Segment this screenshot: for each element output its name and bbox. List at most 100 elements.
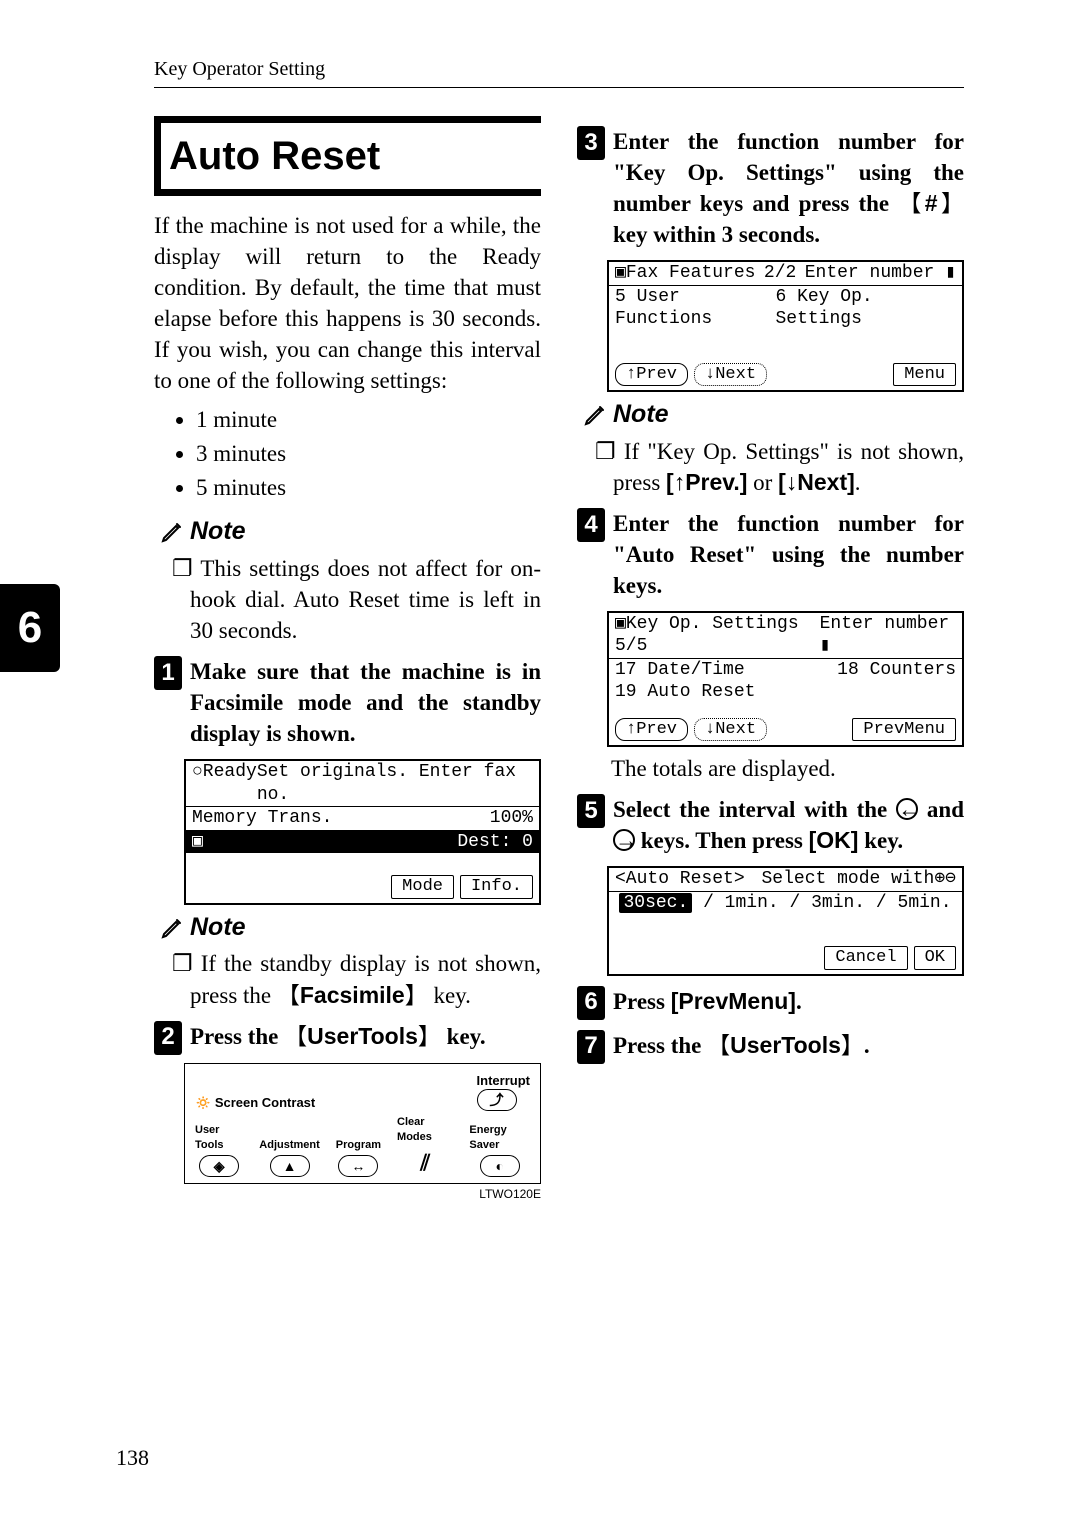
prevmenu-softkey: [PrevMenu] xyxy=(671,988,796,1014)
step-4: 4 Enter the function number for "Auto Re… xyxy=(577,508,964,601)
control-panel-illustration: 🔅 Screen Contrast Interrupt⤴ User Tools◈… xyxy=(184,1063,541,1185)
note-label: Note xyxy=(190,911,246,945)
lcd-prev-button: ↑Prev xyxy=(615,363,688,386)
panel-label: Clear Modes xyxy=(397,1115,453,1145)
program-button-icon: ↔ xyxy=(338,1155,378,1177)
lcd-text: 18 Counters xyxy=(837,659,956,682)
intro-paragraph: If the machine is not used for a while, … xyxy=(154,210,541,396)
prev-softkey: [↑Prev.] xyxy=(666,469,747,495)
lcd-text: Select mode with⊕⊖ xyxy=(761,868,956,891)
step-text: Enter the function number for "Auto Rese… xyxy=(613,508,964,601)
left-arrow-icon: ← xyxy=(896,798,918,820)
panel-label: Program xyxy=(336,1138,381,1153)
panel-label: Interrupt⤴ xyxy=(477,1072,530,1112)
lcd-text: ▣ xyxy=(192,831,203,854)
panel-label: User Tools xyxy=(195,1123,243,1153)
lcd-text: Enter number ▮ xyxy=(805,262,956,285)
lcd-info-button: Info. xyxy=(460,875,533,898)
note-heading: Note xyxy=(160,515,541,549)
note-item: This settings does not affect for on-hoo… xyxy=(172,553,541,646)
lcd-prev-button: ↑Prev xyxy=(615,718,688,741)
step-number-icon: 5 xyxy=(577,794,605,828)
energysaver-button-icon: ◐ xyxy=(480,1155,520,1177)
chapter-tab: 6 xyxy=(0,584,60,672)
step-number-icon: 3 xyxy=(577,126,605,160)
lcd-text: <Auto Reset> xyxy=(615,868,745,891)
section-heading: Auto Reset xyxy=(154,116,541,196)
step-5: 5 Select the interval with the ← and → k… xyxy=(577,794,964,856)
interrupt-button-icon: ⤴ xyxy=(477,1089,517,1111)
figure-code: LTWO120E xyxy=(154,1186,541,1202)
lcd-text: Enter number ▮ xyxy=(820,613,956,658)
step-7: 7 Press the UserTools. xyxy=(577,1030,964,1064)
note-item: If the standby display is not shown, pre… xyxy=(172,948,541,1010)
list-item: 1 minute xyxy=(196,404,541,435)
step-number-icon: 6 xyxy=(577,986,605,1020)
step-text: Select the interval with the ← and → key… xyxy=(613,794,964,856)
right-column: 3 Enter the function number for "Key Op.… xyxy=(577,116,964,1203)
interval-options: 1 minute 3 minutes 5 minutes xyxy=(154,404,541,503)
left-column: Auto Reset If the machine is not used fo… xyxy=(154,116,541,1203)
lcd-text: ○Ready xyxy=(192,761,257,806)
step-text: Press the UserTools key. xyxy=(190,1021,541,1055)
ok-softkey: [OK] xyxy=(809,827,859,853)
step-text: Press the UserTools. xyxy=(613,1030,964,1064)
step-number-icon: 1 xyxy=(154,656,182,690)
lcd-key-op-settings: ▣Key Op. Settings 5/5Enter number ▮ 17 D… xyxy=(607,611,964,747)
usertools-button-icon: ◈ xyxy=(199,1155,239,1177)
step-text: Press [PrevMenu]. xyxy=(613,986,964,1020)
step-6: 6 Press [PrevMenu]. xyxy=(577,986,964,1020)
list-item: 3 minutes xyxy=(196,438,541,469)
lcd-text: 19 Auto Reset xyxy=(615,681,755,704)
next-softkey: [↓Next] xyxy=(778,469,855,495)
hash-key: # xyxy=(898,190,964,216)
lcd-text: Dest: 0 xyxy=(457,831,533,854)
lcd-text: ▣Fax Features xyxy=(615,262,755,285)
lcd-auto-reset: <Auto Reset> Select mode with⊕⊖ 30sec. / … xyxy=(607,866,964,975)
running-header: Key Operator Setting xyxy=(154,56,964,83)
usertools-key: UserTools xyxy=(284,1023,441,1049)
usertools-key: UserTools xyxy=(707,1032,864,1058)
clearmodes-button-icon: ⫽ xyxy=(420,1148,430,1178)
step-text: Make sure that the machine is in Facsimi… xyxy=(190,656,541,749)
panel-label: Adjustment xyxy=(259,1138,320,1153)
lcd-text: ▣Key Op. Settings 5/5 xyxy=(615,613,820,658)
step-number-icon: 7 xyxy=(577,1030,605,1064)
pencil-icon xyxy=(160,520,184,544)
list-item: 5 minutes xyxy=(196,472,541,503)
header-rule xyxy=(154,87,964,88)
panel-label: 🔅 Screen Contrast xyxy=(195,1094,315,1112)
pencil-icon xyxy=(160,916,184,940)
lcd-text: 17 Date/Time xyxy=(615,659,745,682)
lcd-cancel-button: Cancel xyxy=(824,946,907,969)
note-heading: Note xyxy=(583,398,964,432)
result-text: The totals are displayed. xyxy=(611,753,964,784)
lcd-ok-button: OK xyxy=(914,946,956,969)
pencil-icon xyxy=(583,403,607,427)
lcd-fax-features: ▣Fax Features2/2Enter number ▮ 5 User Fu… xyxy=(607,260,964,392)
step-text: Enter the function number for "Key Op. S… xyxy=(613,126,964,250)
lcd-menu-button: Menu xyxy=(893,363,956,386)
lcd-next-button: ↓Next xyxy=(694,363,767,386)
lcd-prevmenu-button: PrevMenu xyxy=(852,718,956,741)
step-number-icon: 4 xyxy=(577,508,605,542)
page-number: 138 xyxy=(116,1443,149,1473)
step-number-icon: 2 xyxy=(154,1021,182,1055)
lcd-mode-button: Mode xyxy=(391,875,454,898)
panel-label: Energy Saver xyxy=(469,1123,530,1153)
step-3: 3 Enter the function number for "Key Op.… xyxy=(577,126,964,250)
note-item: If "Key Op. Settings" is not shown, pres… xyxy=(595,436,964,498)
lcd-next-button: ↓Next xyxy=(694,718,767,741)
lcd-text: Set originals. Enter fax no. xyxy=(257,761,533,806)
note-label: Note xyxy=(613,398,669,432)
step-2: 2 Press the UserTools key. xyxy=(154,1021,541,1055)
lcd-text: 6 Key Op. Settings xyxy=(775,286,956,331)
lcd-text: 2/2 xyxy=(764,262,796,285)
facsimile-key: Facsimile xyxy=(277,982,428,1008)
note-heading: Note xyxy=(160,911,541,945)
lcd-text: 30sec. / 1min. / 3min. / 5min. xyxy=(619,892,951,915)
lcd-ready-screen: ○ReadySet originals. Enter fax no. Memor… xyxy=(184,759,541,904)
adjustment-button-icon: ▲ xyxy=(270,1155,310,1177)
step-1: 1 Make sure that the machine is in Facsi… xyxy=(154,656,541,749)
right-arrow-icon: → xyxy=(613,829,635,851)
